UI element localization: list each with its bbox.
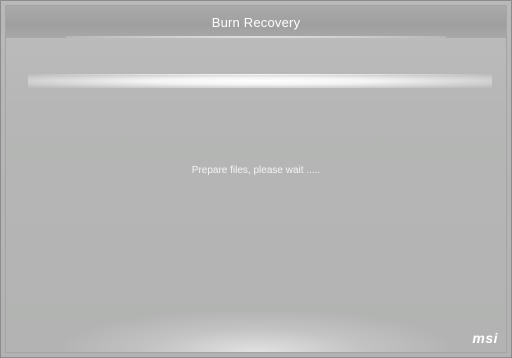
burn-recovery-window: Burn Recovery Prepare files, please wait… — [0, 0, 512, 358]
window-title: Burn Recovery — [211, 15, 301, 30]
bottom-glow — [66, 312, 446, 352]
status-message: Prepare files, please wait ..... — [191, 165, 321, 176]
title-bar: Burn Recovery — [6, 6, 506, 38]
header-glow-divider — [28, 74, 492, 88]
content-frame: Burn Recovery Prepare files, please wait… — [5, 5, 507, 353]
msi-logo: msi — [472, 330, 498, 346]
